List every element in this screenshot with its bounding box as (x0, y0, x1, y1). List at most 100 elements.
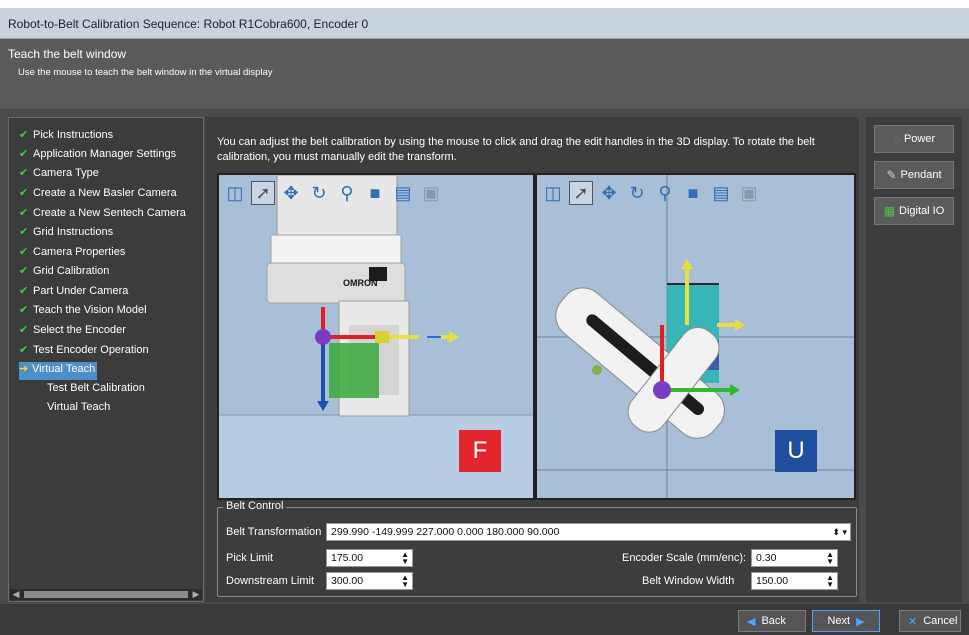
checkmark-icon: ✔ (19, 207, 29, 219)
probe-icon[interactable]: ⚲ (335, 181, 359, 205)
move-icon[interactable]: ✥ (279, 181, 303, 205)
spin-dropdown-icon[interactable]: ⬍ ▾ (832, 527, 847, 538)
layout-icon[interactable]: ◫ (223, 181, 247, 205)
wizard-footer: ◀ Back Next ▶ ✕ Cancel (0, 604, 969, 635)
step-label: Virtual Teach (47, 401, 111, 413)
scroll-right-icon[interactable]: ▶ (190, 589, 202, 600)
step-item-virtual-teach-current[interactable]: ➔ Virtual Teach (19, 362, 98, 380)
pendant-icon: ✎ (886, 168, 897, 182)
power-button[interactable]: ◌ Power (874, 125, 954, 153)
power-button-label: Power (903, 133, 936, 145)
spinner-icon[interactable]: ▲ ▼ (401, 574, 409, 589)
window-title: Robot-to-Belt Calibration Sequence: Robo… (0, 8, 969, 39)
back-button-label: Back (761, 615, 786, 627)
next-arrow-icon: ▶ (856, 615, 865, 628)
step-label: Create a New Basler Camera (33, 187, 177, 199)
step-item-test-belt-calibration[interactable]: Test Belt Calibration (47, 382, 145, 400)
probe-icon[interactable]: ⚲ (653, 181, 677, 205)
pick-limit-field[interactable]: 175.00 ▲ ▼ (326, 549, 413, 567)
checkmark-icon: ✔ (19, 167, 29, 179)
step-label: Select the Encoder (33, 324, 126, 336)
rotate-icon[interactable]: ↻ (307, 181, 331, 205)
step-label: Camera Type (33, 167, 99, 179)
front-3d-viewport[interactable]: OMRON ◫ ➚ ✥ ↻ ⚲ ■ ▤ ▣ F (217, 173, 535, 500)
list-icon[interactable]: ▤ (709, 181, 733, 205)
belt-control-group: Belt Control Belt Transformation 299.990… (217, 500, 857, 597)
next-button-label: Next (827, 615, 851, 627)
step-header: Teach the belt window Use the mouse to t… (0, 39, 969, 109)
step-label: Test Belt Calibration (47, 382, 145, 394)
main-panel: You can adjust the belt calibration by u… (205, 117, 859, 602)
cancel-button[interactable]: ✕ Cancel (899, 610, 961, 632)
pendant-button-label: Pendant (900, 169, 942, 181)
belt-transformation-field[interactable]: 299.990 -149.999 227.000 0.000 180.000 9… (326, 523, 851, 541)
step-label: Camera Properties (33, 246, 126, 258)
step-item-application-manager-settings[interactable]: ✔ Application Manager Settings (19, 147, 176, 165)
checkmark-icon: ✔ (19, 344, 29, 356)
digital-io-icon: ▦ (883, 204, 896, 218)
step-item-grid-calibration[interactable]: ✔ Grid Calibration (19, 264, 109, 282)
step-label: Application Manager Settings (33, 148, 177, 160)
step-item-camera-properties[interactable]: ✔ Camera Properties (19, 245, 125, 263)
horizontal-scrollbar[interactable]: ◀ ▶ (10, 589, 202, 600)
step-label: Part Under Camera (33, 285, 129, 297)
encoder-scale-value: 0.30 (756, 552, 777, 564)
back-arrow-icon: ◀ (747, 615, 756, 628)
rotate-icon[interactable]: ↻ (625, 181, 649, 205)
step-item-part-under-camera[interactable]: ✔ Part Under Camera (19, 284, 128, 302)
step-subtitle: Use the mouse to teach the belt window i… (18, 67, 273, 78)
checkmark-icon: ✔ (19, 285, 29, 297)
step-label: Teach the Vision Model (33, 304, 147, 316)
spinner-icon[interactable]: ▲ ▼ (826, 551, 834, 566)
step-item-select-encoder[interactable]: ✔ Select the Encoder (19, 323, 126, 341)
scroll-left-icon[interactable]: ◀ (10, 589, 22, 600)
step-item-create-basler-camera[interactable]: ✔ Create a New Basler Camera (19, 186, 177, 204)
step-item-camera-type[interactable]: ✔ Camera Type (19, 166, 99, 184)
frame-icon[interactable]: ▣ (737, 181, 761, 205)
step-item-pick-instructions[interactable]: ✔ Pick Instructions (19, 128, 113, 146)
cube-icon[interactable]: ■ (681, 181, 705, 205)
pick-limit-label: Pick Limit (226, 552, 274, 564)
step-item-create-sentech-camera[interactable]: ✔ Create a New Sentech Camera (19, 206, 186, 224)
step-item-grid-instructions[interactable]: ✔ Grid Instructions (19, 225, 113, 243)
next-button[interactable]: Next ▶ (812, 610, 880, 632)
step-label: Pick Instructions (33, 129, 114, 141)
encoder-scale-label: Encoder Scale (mm/enc): (622, 552, 747, 564)
downstream-limit-label: Downstream Limit (226, 575, 315, 587)
pointer-icon[interactable]: ➚ (569, 181, 593, 205)
step-item-virtual-teach[interactable]: Virtual Teach (47, 401, 110, 419)
digital-io-button[interactable]: ▦ Digital IO (874, 197, 954, 225)
step-label: Grid Instructions (33, 226, 114, 238)
cube-icon[interactable]: ■ (363, 181, 387, 205)
back-button[interactable]: ◀ Back (738, 610, 806, 632)
checkmark-icon: ✔ (19, 187, 29, 199)
step-label: Create a New Sentech Camera (33, 207, 186, 219)
scrollbar-thumb[interactable] (24, 591, 188, 598)
checkmark-icon: ✔ (19, 324, 29, 336)
spinner-icon[interactable]: ▲ ▼ (826, 574, 834, 589)
belt-transformation-label: Belt Transformation (226, 526, 322, 538)
belt-control-legend: Belt Control (223, 500, 287, 512)
belt-window-width-field[interactable]: 150.00 ▲ ▼ (751, 572, 838, 590)
checkmark-icon: ✔ (19, 148, 29, 160)
downstream-limit-field[interactable]: 300.00 ▲ ▼ (326, 572, 413, 590)
belt-window-width-label: Belt Window Width (642, 575, 735, 587)
layout-icon[interactable]: ◫ (541, 181, 565, 205)
encoder-scale-field[interactable]: 0.30 ▲ ▼ (751, 549, 838, 567)
frame-icon[interactable]: ▣ (419, 181, 443, 205)
pointer-icon[interactable]: ➚ (251, 181, 275, 205)
top-view-toolbar: ◫ ➚ ✥ ↻ ⚲ ■ ▤ ▣ (541, 181, 761, 209)
front-view-badge: F (459, 430, 501, 472)
list-icon[interactable]: ▤ (391, 181, 415, 205)
front-view-toolbar: ◫ ➚ ✥ ↻ ⚲ ■ ▤ ▣ (223, 181, 443, 209)
step-item-teach-vision-model[interactable]: ✔ Teach the Vision Model (19, 303, 147, 321)
step-label: Test Encoder Operation (33, 344, 149, 356)
pendant-button[interactable]: ✎ Pendant (874, 161, 954, 189)
robot-logo-text: OMRON (343, 278, 378, 288)
belt-transformation-value: 299.990 -149.999 227.000 0.000 180.000 9… (331, 526, 560, 538)
step-label: Virtual Teach (32, 363, 96, 375)
spinner-icon[interactable]: ▲ ▼ (401, 551, 409, 566)
step-item-test-encoder-operation[interactable]: ✔ Test Encoder Operation (19, 343, 149, 361)
top-3d-viewport[interactable]: ◫ ➚ ✥ ↻ ⚲ ■ ▤ ▣ U (535, 173, 856, 500)
move-icon[interactable]: ✥ (597, 181, 621, 205)
